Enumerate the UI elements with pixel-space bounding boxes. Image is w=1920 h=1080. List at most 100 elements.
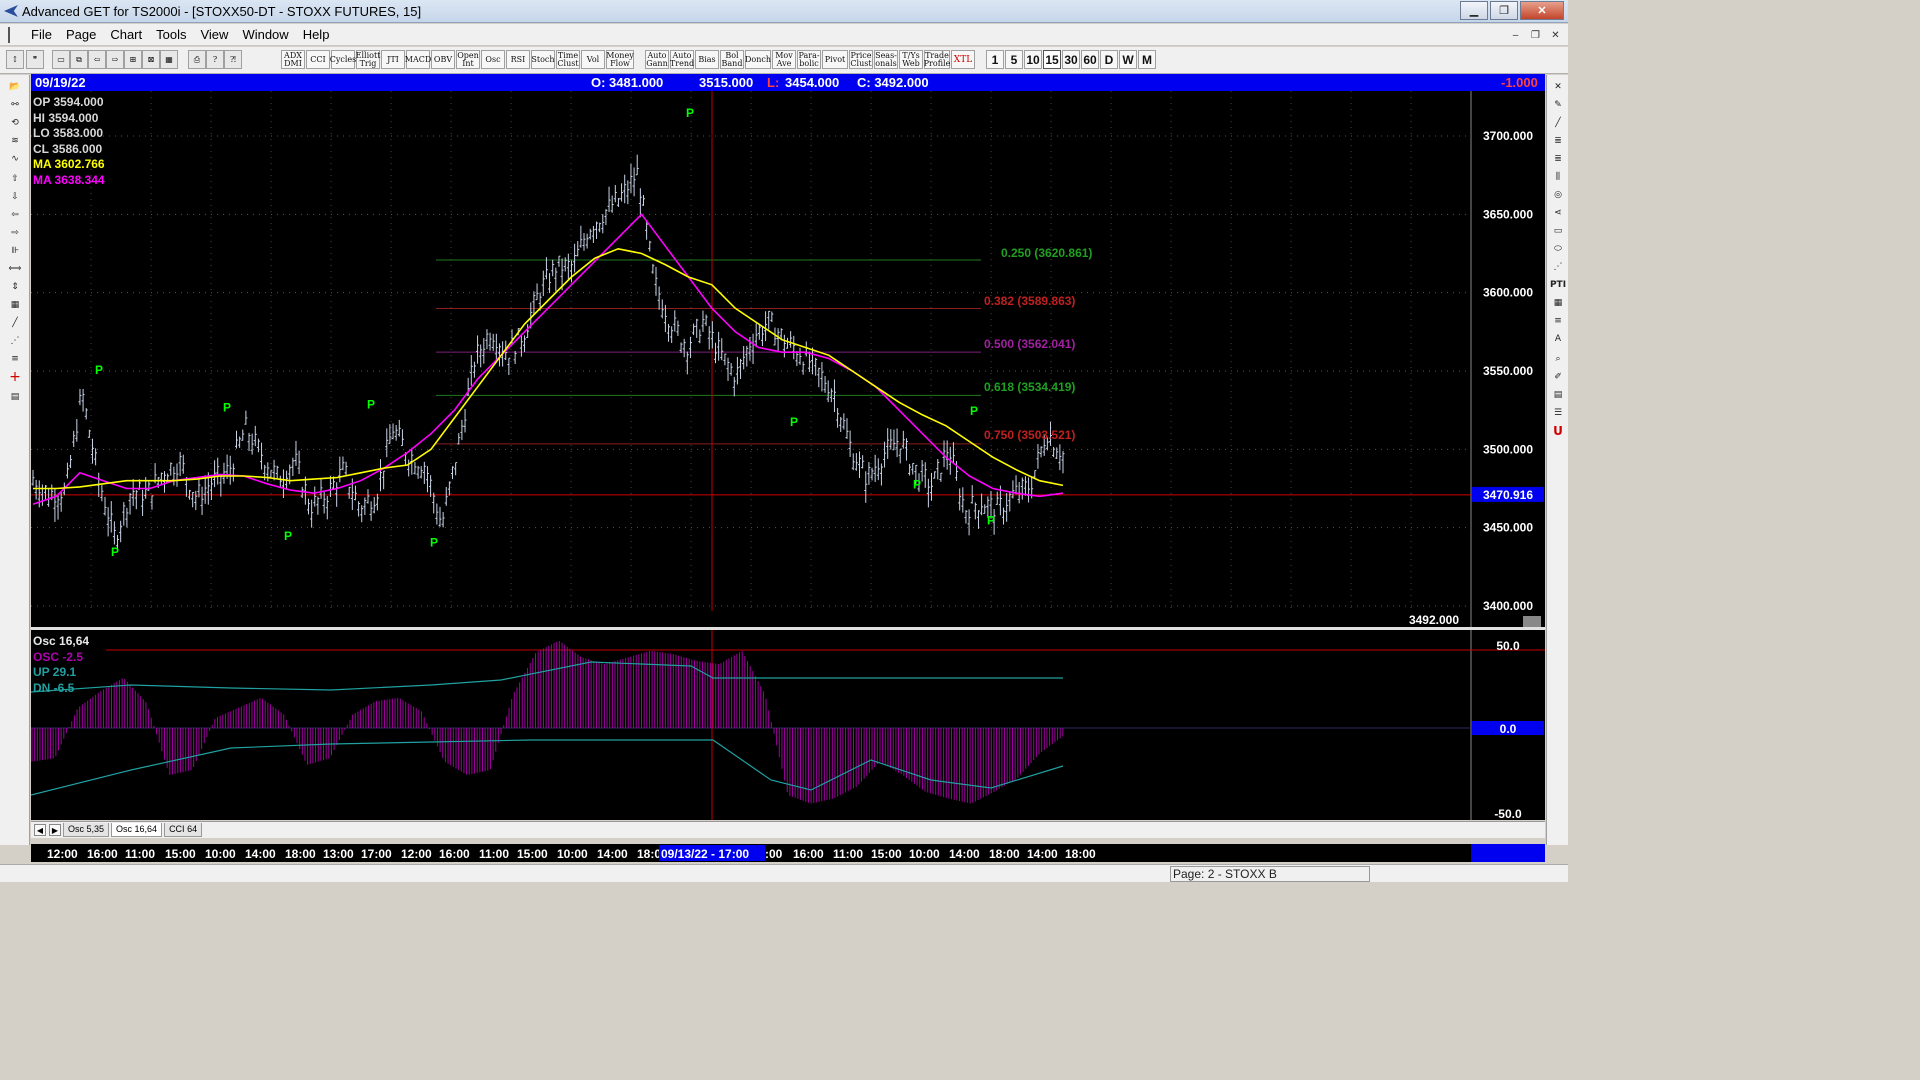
study-bol-band-button[interactable]: Bol Band	[720, 50, 744, 69]
list-icon[interactable]: ☰	[1549, 405, 1567, 421]
close-study-icon[interactable]: ✕	[1549, 79, 1567, 95]
study-seasonals-button[interactable]: Seas- onals	[874, 50, 898, 69]
interval-weekly-button[interactable]: W	[1119, 50, 1137, 69]
expand-icon[interactable]: ⊞	[124, 50, 142, 69]
study-macd-button[interactable]: MACD	[405, 50, 431, 69]
menu-window[interactable]: Window	[235, 27, 295, 42]
text-tool-icon[interactable]: A	[1549, 331, 1567, 347]
minimize-button[interactable]: ▁	[1460, 1, 1488, 20]
ruler-icon[interactable]: ⊪	[4, 243, 26, 259]
grid-box-icon[interactable]: ▦	[1549, 295, 1567, 311]
fib-retracement-icon[interactable]: ≣	[1549, 133, 1567, 149]
study-tys-web-button[interactable]: T/Ys Web	[899, 50, 923, 69]
study-mov-ave-button[interactable]: Mov Ave	[772, 50, 796, 69]
interval-1-button[interactable]: 1	[986, 50, 1004, 69]
interval-10-button[interactable]: 10	[1024, 50, 1042, 69]
interval-daily-button[interactable]: D	[1100, 50, 1118, 69]
document-icon[interactable]	[8, 26, 20, 43]
open-folder-icon[interactable]: 📂	[4, 79, 26, 95]
study-osc-button[interactable]: Osc	[481, 50, 505, 69]
channel-icon[interactable]: ▭	[1549, 223, 1567, 239]
interval-monthly-button[interactable]: M	[1138, 50, 1156, 69]
interval-30-button[interactable]: 30	[1062, 50, 1080, 69]
print-icon[interactable]: ⎙	[188, 50, 206, 69]
study-jti-button[interactable]: JTI	[381, 50, 405, 69]
help-icon[interactable]: ?	[206, 50, 224, 69]
pointer-icon[interactable]: ↕	[6, 50, 24, 69]
zoom-icon[interactable]: ⌕	[1549, 351, 1567, 367]
pti-icon[interactable]: PTI	[1549, 277, 1567, 293]
study-open-int-button[interactable]: Open Int	[456, 50, 480, 69]
study-pivot-button[interactable]: Pivot	[822, 50, 848, 69]
fib-icon[interactable]: ≡	[4, 351, 26, 367]
study-cycles-button[interactable]: Cycles	[330, 50, 356, 69]
close-button[interactable]: ✕	[1520, 1, 1564, 20]
tab-osc-16-64[interactable]: Osc 16,64	[111, 823, 163, 837]
fib-extension-icon[interactable]: ≣	[1549, 151, 1567, 167]
study-auto-gann-button[interactable]: Auto Gann	[645, 50, 669, 69]
study-money-flow-button[interactable]: Money Flow	[606, 50, 634, 69]
tab-prev-icon[interactable]: ◀	[34, 824, 46, 836]
tab-next-icon[interactable]: ▶	[49, 824, 61, 836]
study-elliott-trig-button[interactable]: Elliott Trig	[356, 50, 380, 69]
study-xtl-button[interactable]: XTL	[951, 50, 975, 69]
ellipse-icon[interactable]: ⬭	[1549, 241, 1567, 257]
study-donch-button[interactable]: Donch	[745, 50, 771, 69]
scroll-right-icon[interactable]: ⇨	[106, 50, 124, 69]
study-obv-button[interactable]: OBV	[431, 50, 455, 69]
reset-icon[interactable]: ⟲	[4, 115, 26, 131]
study-auto-trend-button[interactable]: Auto Trend	[670, 50, 694, 69]
new-page-icon[interactable]: ▭	[52, 50, 70, 69]
compress-icon[interactable]: ⊠	[142, 50, 160, 69]
zoom-corner-icon[interactable]	[1523, 616, 1541, 627]
scroll-left-icon[interactable]: ⇦	[88, 50, 106, 69]
tab-osc-5-35[interactable]: Osc 5,35	[63, 823, 110, 837]
study-cci-button[interactable]: CCI	[306, 50, 330, 69]
study-bias-button[interactable]: Bias	[695, 50, 719, 69]
pencil-icon[interactable]: ✎	[1549, 97, 1567, 113]
menu-view[interactable]: View	[193, 27, 235, 42]
oscillator-canvas[interactable]: Osc 16,64 OSC -2.5 UP 29.1 DN -6.5 50.0 …	[30, 630, 1545, 821]
binoculars-icon[interactable]: ⚯	[4, 97, 26, 113]
magnet-icon[interactable]: U	[1549, 423, 1567, 439]
maximize-button[interactable]: ❐	[1490, 1, 1518, 20]
table-icon[interactable]: ▤	[1549, 387, 1567, 403]
menu-chart[interactable]: Chart	[103, 27, 149, 42]
study-time-clust-button[interactable]: Time Clust	[556, 50, 580, 69]
study-adx-dmi-button[interactable]: ADX DMI	[281, 50, 305, 69]
spiral-icon[interactable]: ◎	[1549, 187, 1567, 203]
menu-file[interactable]: File	[24, 27, 59, 42]
price-chart[interactable]: P P P P P P P P P P P 0.250 (3620.861) 0.382 (3589…	[31, 91, 1545, 629]
mdi-minimize-button[interactable]: –	[1507, 27, 1524, 43]
study-price-clust-button[interactable]: Price Clust	[849, 50, 873, 69]
gann-icon[interactable]: ⋰	[4, 333, 26, 349]
elliott-icon[interactable]: ∿	[4, 151, 26, 167]
gann-fan-icon[interactable]: ⋰	[1549, 259, 1567, 275]
grid-tool-icon[interactable]: ▦	[4, 297, 26, 313]
study-rsi-button[interactable]: RSI	[506, 50, 530, 69]
mob-icon[interactable]: ≡	[1549, 313, 1567, 329]
interval-15-button[interactable]: 15	[1043, 50, 1061, 69]
study-vol-button[interactable]: Vol	[581, 50, 605, 69]
menu-page[interactable]: Page	[59, 27, 103, 42]
copy-icon[interactable]: ⧉	[70, 50, 88, 69]
expand-horizontal-icon[interactable]: ⟺	[4, 261, 26, 277]
time-axis[interactable]: 12:00 16:00 11:00 15:00 10:00 14:00 18:00 13:00…	[31, 844, 1471, 862]
interval-60-button[interactable]: 60	[1081, 50, 1099, 69]
interval-5-button[interactable]: 5	[1005, 50, 1023, 69]
study-parabolic-button[interactable]: Para- bolic	[797, 50, 821, 69]
study-icon[interactable]: ≋	[4, 133, 26, 149]
oscillator-pane[interactable]: Osc 16,64 OSC -2.5 UP 29.1 DN -6.5 50.0 …	[30, 630, 1545, 821]
expand-vertical-icon[interactable]: ⇕	[4, 279, 26, 295]
price-chart-canvas[interactable]: P P P P P P P P P P P 0.250 (3620.861) 0.382 (3589…	[31, 91, 1545, 629]
trendline-icon[interactable]: ╱	[1549, 115, 1567, 131]
menu-tools[interactable]: Tools	[149, 27, 193, 42]
fan-icon[interactable]: ⋖	[1549, 205, 1567, 221]
study-trade-profile-button[interactable]: Trade Profile	[924, 50, 950, 69]
mdi-restore-button[interactable]: ❐	[1527, 27, 1544, 43]
crosshair-icon[interactable]: +	[4, 369, 26, 385]
report-icon[interactable]: ▤	[4, 389, 26, 405]
study-stoch-button[interactable]: Stoch	[531, 50, 555, 69]
arrow-left-icon[interactable]: ⇦	[4, 207, 26, 223]
lines-icon[interactable]: ╱	[4, 315, 26, 331]
